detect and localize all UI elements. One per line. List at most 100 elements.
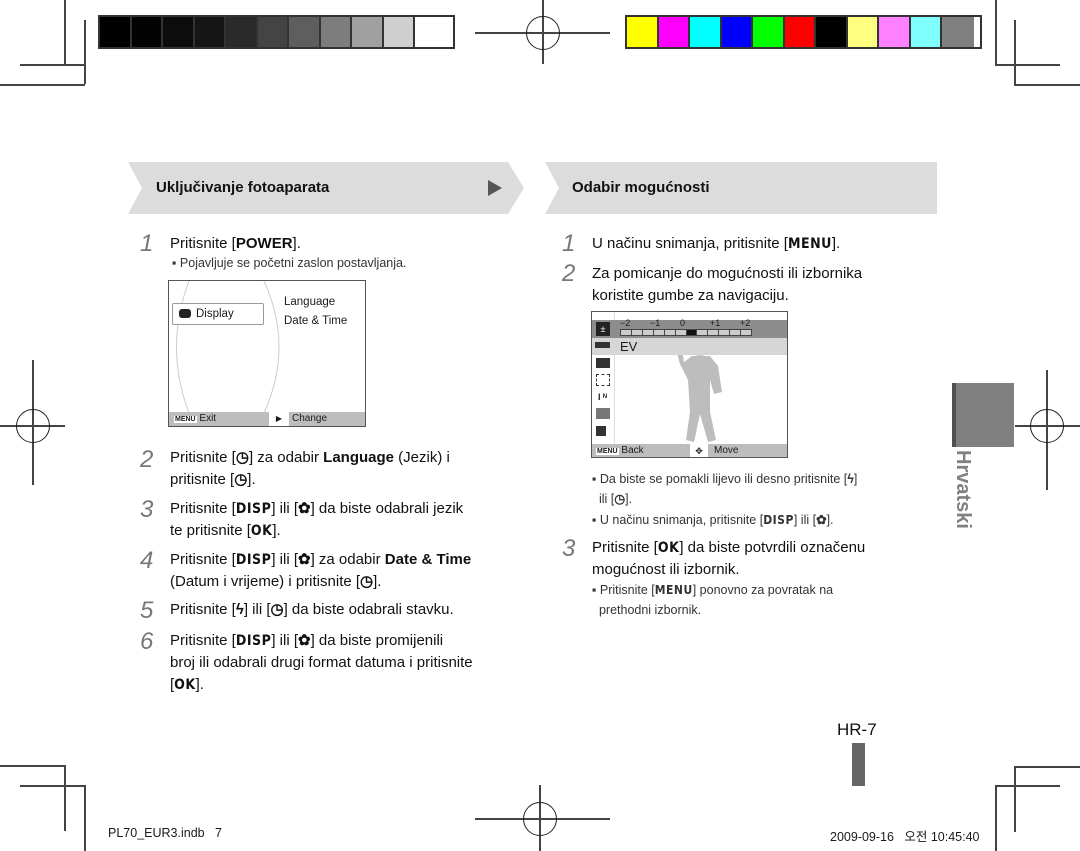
ev-tick-label: −1	[650, 318, 661, 328]
navigation-icon: ✥	[690, 444, 708, 457]
crop-mark	[20, 785, 85, 787]
menu-button-label: MENU	[596, 448, 619, 455]
change-label: Change	[292, 413, 328, 424]
crop-mark	[64, 0, 66, 64]
color-swatch	[352, 17, 384, 47]
color-swatch	[163, 17, 195, 47]
grayscale-calibration-bar	[98, 15, 455, 49]
registration-circle	[1030, 409, 1064, 443]
color-swatch	[753, 17, 785, 47]
step-text: U načinu snimanja, pritisnite [MENU].	[592, 235, 841, 252]
ev-indicator	[686, 330, 698, 335]
footer-filename: PL70_EUR3.indb 7	[108, 826, 222, 840]
crop-mark	[64, 765, 66, 831]
right-arrow-icon: ▶	[269, 412, 289, 426]
crop-mark	[20, 64, 85, 66]
color-swatch	[658, 17, 690, 47]
crop-mark	[1014, 20, 1016, 84]
macro-icon: ✿	[297, 551, 311, 568]
white-balance-icon	[596, 408, 610, 419]
timer-icon: ◷	[235, 449, 249, 466]
selected-option-label: EV	[620, 339, 638, 354]
crop-mark	[84, 20, 86, 84]
exposure-icon: ±	[596, 322, 610, 336]
step-number: 6	[140, 628, 154, 655]
step-text: Pritisnite [OK] da biste potvrdili označ…	[592, 539, 866, 578]
registration-circle	[16, 409, 50, 443]
crop-mark	[84, 785, 86, 851]
iso-icon: I ᴺ	[598, 392, 607, 402]
page-marker	[852, 743, 865, 786]
ev-segment	[697, 330, 709, 335]
menu-item-display[interactable]: Display	[172, 303, 264, 325]
color-swatch	[383, 17, 415, 47]
step-number: 1	[140, 230, 154, 257]
camera-screen-menu: ± −2 −1 0 +1 +2 EV I ᴺ MENU Back ✥ Move	[591, 311, 788, 458]
option-language[interactable]: Language	[284, 296, 335, 308]
step-text: Pritisnite [DISP] ili [✿] za odabir Date…	[170, 549, 471, 593]
ev-segment	[741, 330, 752, 335]
crop-mark	[1014, 766, 1016, 832]
macro-icon: ✿	[816, 513, 827, 527]
step-number: 3	[562, 535, 576, 562]
color-swatch	[415, 17, 447, 47]
crop-mark	[995, 785, 997, 851]
section-title: Uključivanje fotoaparata	[156, 179, 330, 196]
quality-icon	[596, 358, 610, 368]
step-text: Pritisnite [POWER].	[170, 235, 301, 252]
screen-bottom-bar: MENU Exit ▶ Change	[169, 412, 365, 426]
ev-segment	[730, 330, 742, 335]
ev-segment	[719, 330, 731, 335]
step-text: Za pomicanje do mogućnosti ili izbornika…	[592, 265, 863, 304]
step-number: 4	[140, 547, 154, 574]
color-swatch	[257, 17, 289, 47]
macro-icon: ✿	[297, 500, 311, 517]
timer-icon: ◷	[360, 573, 374, 590]
ev-tick-label: +2	[740, 318, 751, 328]
note: ▪ Pritisnite [MENU] ponovno za povratak …	[592, 583, 834, 617]
ev-segment	[675, 330, 687, 335]
crop-mark	[0, 84, 85, 86]
timer-icon: ◷	[614, 492, 626, 506]
step-note: ▪ Pojavljuje se početni zaslon postavlja…	[172, 256, 407, 270]
crop-mark	[1014, 84, 1080, 86]
ev-segment	[642, 330, 654, 335]
section-title: Odabir mogućnosti	[572, 179, 710, 196]
color-swatch	[289, 17, 321, 47]
registration-circle	[526, 16, 560, 50]
color-calibration-bar	[625, 15, 982, 49]
color-swatch	[131, 17, 163, 47]
option-date-time[interactable]: Date & Time	[284, 315, 347, 327]
crop-mark	[995, 0, 997, 64]
ev-tick-label: +1	[710, 318, 721, 328]
color-swatch	[942, 17, 974, 47]
language-tab-label: Hrvatski	[952, 450, 974, 529]
step-text: Pritisnite [DISP] ili [✿] da biste odabr…	[170, 500, 464, 539]
screen-bottom-bar: MENU Back ✥ Move	[592, 444, 787, 457]
exit-label: Exit	[199, 413, 217, 424]
ev-segment	[631, 330, 643, 335]
crop-mark	[995, 64, 1060, 66]
size-icon	[595, 342, 610, 348]
page-number: HR-7	[837, 720, 877, 739]
timer-icon: ◷	[270, 601, 284, 618]
step-number: 1	[562, 230, 576, 257]
step-number: 5	[140, 597, 154, 624]
registration-circle	[523, 802, 557, 836]
ev-scale[interactable]	[620, 329, 752, 336]
camera-screen-setup: Display Language Date & Time MENU Exit ▶…	[168, 280, 366, 427]
ev-segment	[708, 330, 720, 335]
color-swatch	[690, 17, 722, 47]
step-number: 2	[140, 446, 154, 473]
timer-icon: ◷	[234, 471, 248, 488]
step-text: Pritisnite [◷] za odabir Language (Jezik…	[170, 447, 450, 491]
color-swatch	[721, 17, 753, 47]
display-icon	[179, 309, 191, 318]
crop-mark	[0, 765, 65, 767]
menu-button-label: MENU	[174, 416, 197, 423]
color-swatch	[847, 17, 879, 47]
color-swatch	[627, 17, 659, 47]
ev-tick-label: 0	[680, 318, 686, 328]
note: ▪ U načinu snimanja, pritisnite [DISP] i…	[592, 510, 834, 530]
macro-icon: ✿	[297, 632, 311, 649]
